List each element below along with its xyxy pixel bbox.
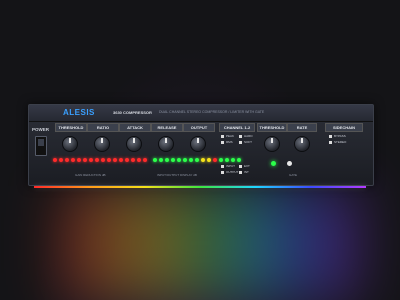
compressor-unit: ALESIS 3630 COMPRESSOR DUAL CHANNEL STER… bbox=[28, 104, 374, 186]
attack-knob[interactable] bbox=[126, 136, 142, 152]
gate-led-white bbox=[287, 161, 292, 166]
sidechain-bypass[interactable]: BYPASS bbox=[329, 134, 346, 138]
power-switch[interactable] bbox=[35, 136, 47, 156]
gain-reduction-label: GAIN REDUCTION dB bbox=[75, 173, 106, 177]
output-knob[interactable] bbox=[190, 136, 206, 152]
model-name: 3630 COMPRESSOR bbox=[113, 110, 152, 115]
section-threshold-2: THRESHOLD bbox=[257, 123, 287, 132]
section-output: OUTPUT bbox=[183, 123, 215, 132]
toggle-soft[interactable]: SOFT bbox=[239, 140, 252, 144]
ratio-knob[interactable] bbox=[94, 136, 110, 152]
rainbow-line bbox=[34, 186, 366, 188]
brand-logo: ALESIS bbox=[63, 108, 95, 117]
sidechain-stereo[interactable]: STEREO bbox=[329, 140, 346, 144]
model-subtitle: DUAL CHANNEL STEREO COMPRESSOR / LIMITER… bbox=[159, 110, 265, 114]
threshold-knob[interactable] bbox=[62, 136, 78, 152]
section-channel: CHANNEL 1-2 bbox=[219, 123, 255, 132]
gate-rate-knob[interactable] bbox=[294, 136, 310, 152]
toggle-rms[interactable]: RMS bbox=[221, 140, 233, 144]
toggle-input[interactable]: INPUT bbox=[221, 164, 235, 168]
top-bar: ALESIS 3630 COMPRESSOR DUAL CHANNEL STER… bbox=[29, 105, 373, 122]
section-release: RELEASE bbox=[151, 123, 183, 132]
io-display-label: INPUT/OUTPUT DISPLAY dB bbox=[157, 173, 197, 177]
section-sidechain: SIDECHAIN bbox=[325, 123, 363, 132]
toggle-peak[interactable]: PEAK bbox=[221, 134, 234, 138]
toggle-output[interactable]: OUTPUT bbox=[221, 170, 238, 174]
section-attack: ATTACK bbox=[119, 123, 151, 132]
toggle-int[interactable]: INT bbox=[239, 170, 249, 174]
section-threshold: THRESHOLD bbox=[55, 123, 87, 132]
gate-led-green bbox=[271, 161, 276, 166]
power-label: POWER bbox=[32, 127, 50, 132]
toggle-ext[interactable]: EXT bbox=[239, 164, 250, 168]
toggle-hard[interactable]: HARD bbox=[239, 134, 253, 138]
gate-label: GATE bbox=[289, 173, 297, 177]
rainbow-glow bbox=[60, 186, 360, 300]
section-ratio: RATIO bbox=[87, 123, 119, 132]
gate-threshold-knob[interactable] bbox=[264, 136, 280, 152]
release-knob[interactable] bbox=[158, 136, 174, 152]
section-rate: RATE bbox=[287, 123, 317, 132]
